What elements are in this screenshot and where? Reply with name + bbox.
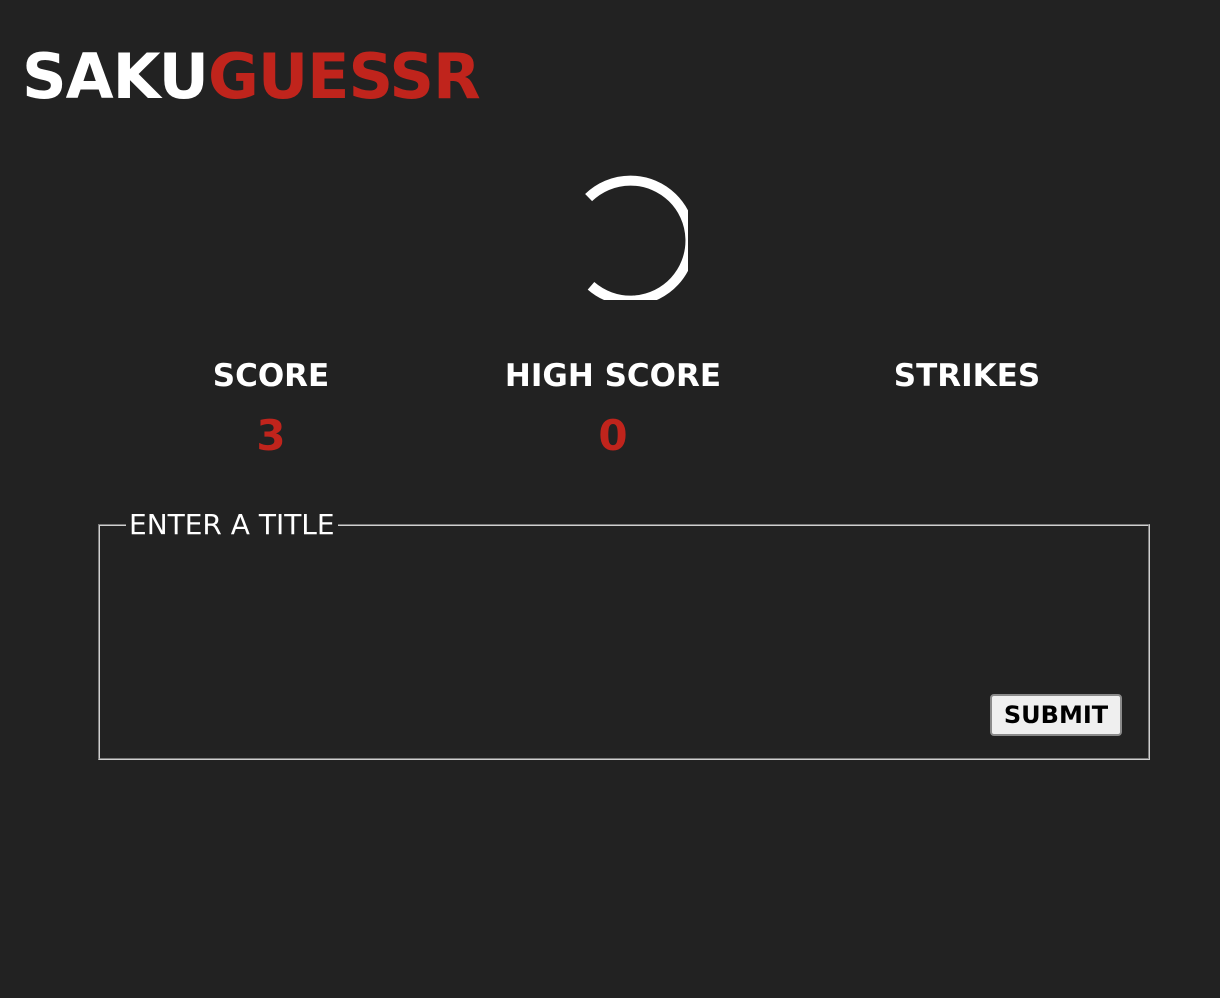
stats-bar: SCORE 3 HIGH SCORE 0 STRIKES — [0, 354, 1220, 474]
high-score-label: HIGH SCORE — [504, 358, 722, 394]
app-logo[interactable]: SAKUGUESSR — [22, 40, 481, 114]
strikes-label: STRIKES — [893, 358, 1041, 394]
high-score-stat: HIGH SCORE 0 — [453, 354, 773, 462]
strikes-value — [807, 410, 1127, 462]
score-value: 3 — [256, 411, 286, 460]
guess-form-legend: ENTER A TITLE — [129, 508, 335, 541]
logo-text-guessr: GUESSR — [207, 40, 481, 113]
high-score-value: 0 — [598, 411, 628, 460]
score-stat: SCORE 3 — [111, 354, 431, 462]
game-page: SAKUGUESSR SCORE 3 HIGH SCORE 0 STRIKES … — [0, 0, 1220, 998]
loading-spinner-icon — [585, 175, 688, 300]
logo-text-saku: SAKU — [22, 40, 209, 113]
strikes-stat: STRIKES — [807, 354, 1127, 462]
guess-form: ENTER A TITLE SUBMIT — [98, 510, 1150, 760]
score-label: SCORE — [212, 358, 330, 394]
submit-button[interactable]: SUBMIT — [990, 694, 1122, 736]
